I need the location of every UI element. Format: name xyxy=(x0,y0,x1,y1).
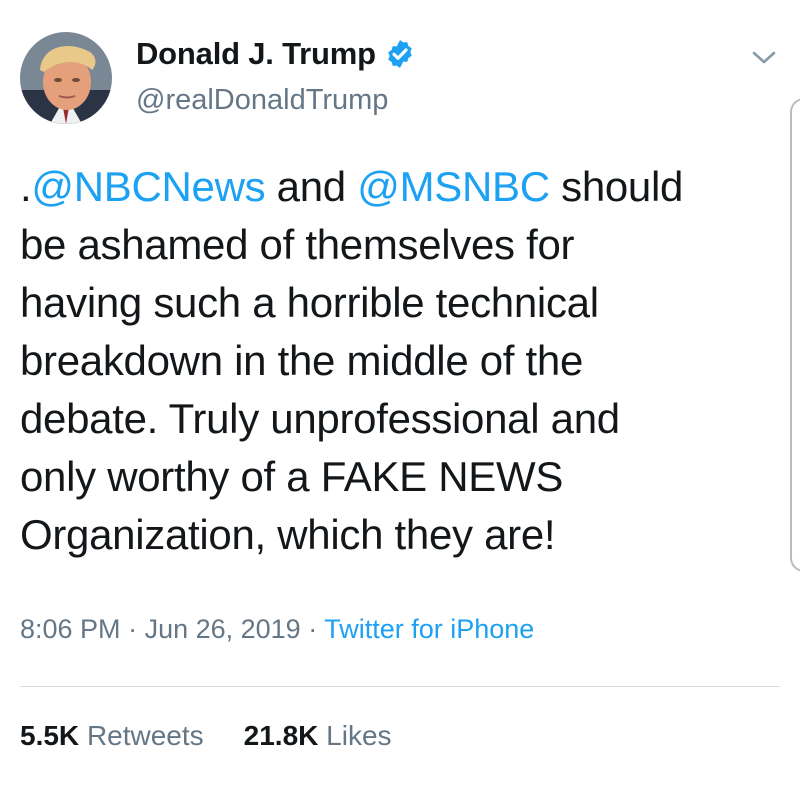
author-name-row[interactable]: Donald J. Trump xyxy=(136,36,416,72)
mention-link-msnbc[interactable]: @MSNBC xyxy=(357,163,550,210)
tweet-line: debate. Truly unprofessional and xyxy=(20,395,620,442)
tweet-date[interactable]: Jun 26, 2019 xyxy=(145,614,301,644)
meta-separator: · xyxy=(120,614,145,644)
likes-stat[interactable]: 21.8K Likes xyxy=(244,720,392,752)
tweet-line: be ashamed of themselves for xyxy=(20,221,575,268)
chevron-down-icon[interactable] xyxy=(748,42,780,74)
retweets-label: Retweets xyxy=(86,720,204,751)
tweet-line: Organization, which they are! xyxy=(20,511,556,558)
verified-badge-icon xyxy=(384,38,416,70)
tweet-text: .@NBCNews and @MSNBC should be ashamed o… xyxy=(20,158,780,564)
likes-label: Likes xyxy=(326,720,392,751)
meta-separator: · xyxy=(300,614,325,644)
tweet-meta: 8:06 PM · Jun 26, 2019 · Twitter for iPh… xyxy=(20,614,534,645)
tweet-text-segment: should xyxy=(549,163,684,210)
retweets-stat[interactable]: 5.5K Retweets xyxy=(20,720,204,752)
likes-count: 21.8K xyxy=(243,720,319,751)
retweets-count: 5.5K xyxy=(20,720,80,751)
tweet-text-segment: and xyxy=(265,163,358,210)
tweet-line: .@NBCNews and @MSNBC should xyxy=(20,158,780,216)
tweet-time[interactable]: 8:06 PM xyxy=(20,614,121,644)
tweet-line: breakdown in the middle of the xyxy=(20,337,584,384)
avatar[interactable] xyxy=(20,32,112,124)
tweet-source-link[interactable]: Twitter for iPhone xyxy=(324,614,534,644)
avatar-portrait xyxy=(20,32,112,124)
author-name[interactable]: Donald J. Trump xyxy=(136,36,376,72)
mention-link-nbcnews[interactable]: @NBCNews xyxy=(31,163,265,210)
tweet-stats: 5.5K Retweets 21.8K Likes xyxy=(20,720,392,752)
scrollbar[interactable] xyxy=(790,98,800,572)
divider xyxy=(20,686,780,687)
tweet-line: only worthy of a FAKE NEWS xyxy=(20,453,564,500)
author-handle[interactable]: @realDonaldTrump xyxy=(136,84,388,117)
tweet-text-segment: . xyxy=(20,163,32,210)
tweet-line: having such a horrible technical xyxy=(20,279,599,326)
